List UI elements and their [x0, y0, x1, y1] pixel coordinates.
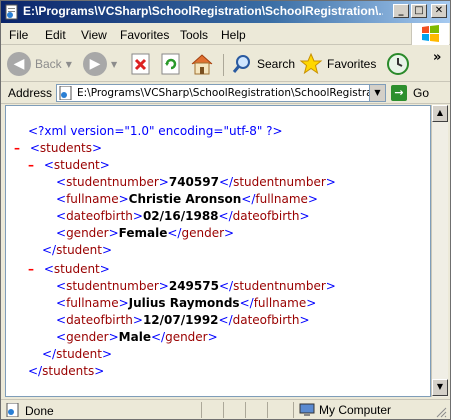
xml-student-open: – <student> [28, 262, 110, 276]
xml-declaration: <?xml version="1.0" encoding="utf-8" ?> [28, 124, 283, 138]
home-button[interactable] [189, 50, 215, 78]
xml-tag: student [53, 158, 100, 172]
menu-edit[interactable]: Edit [45, 28, 66, 42]
xml-field-row: <dateofbirth>12/07/1992</dateofbirth> [56, 313, 310, 327]
address-value: E:\Programs\VCSharp\SchoolRegistration\S… [77, 87, 369, 99]
xml-field-row: <studentnumber>249575</studentnumber> [56, 279, 336, 293]
history-icon [387, 53, 409, 75]
status-bar: Done My Computer [1, 399, 450, 419]
address-label: Address [8, 86, 53, 100]
security-zone: My Computer [299, 403, 391, 417]
back-label: Back [35, 57, 62, 71]
search-button[interactable]: Search [231, 50, 295, 78]
stop-icon [131, 53, 150, 75]
status-text: Done [25, 404, 54, 418]
address-dropdown-icon[interactable]: ▼ [369, 85, 385, 101]
favorites-label: Favorites [327, 57, 377, 71]
toolbar-separator [223, 54, 224, 76]
xml-student-close: </student> [42, 243, 113, 257]
menu-favorites[interactable]: Favorites [120, 28, 169, 42]
stop-button[interactable] [129, 50, 153, 78]
xml-root-close: </students> [28, 364, 105, 378]
status-separator [293, 402, 294, 418]
history-button[interactable] [385, 50, 411, 78]
xml-student-close: </student> [42, 347, 113, 361]
collapse-toggle[interactable]: – [14, 141, 20, 155]
status-separator [223, 402, 224, 418]
menu-help[interactable]: Help [221, 28, 246, 42]
title-bar[interactable]: E:\Programs\VCSharp\SchoolRegistration\S… [1, 1, 450, 23]
go-button[interactable]: → Go [391, 84, 429, 102]
refresh-icon [161, 53, 180, 75]
go-label: Go [413, 86, 430, 100]
menu-file[interactable]: File [9, 28, 28, 42]
xml-field-row: <fullname>Julius Raymonds</fullname> [56, 296, 317, 310]
xml-tag: students [39, 141, 93, 155]
dateofbirth-value: 02/16/1988 [142, 209, 219, 223]
search-icon [232, 55, 250, 73]
fullname-value: Christie Aronson [128, 192, 242, 206]
minimize-button[interactable]: _ [393, 4, 409, 18]
xml-field-row: <gender>Female</gender> [56, 226, 235, 240]
my-computer-icon [299, 403, 315, 416]
toolbar: ◀ Back ▼ ▶ ▼ Search Favorites » [1, 46, 450, 82]
xml-field-row: <gender>Male</gender> [56, 330, 218, 344]
gender-value: Female [118, 226, 168, 240]
refresh-button[interactable] [159, 50, 183, 78]
forward-arrow-icon: ▶ [83, 52, 107, 76]
menu-bar: File Edit View Favorites Tools Help [1, 23, 450, 45]
xml-field-row: <fullname>Christie Aronson</fullname> [56, 192, 318, 206]
back-arrow-icon: ◀ [7, 52, 31, 76]
forward-dropdown-icon[interactable]: ▼ [111, 60, 117, 69]
go-arrow-icon: → [391, 85, 407, 101]
dateofbirth-value: 12/07/1992 [142, 313, 219, 327]
toolbar-overflow-icon[interactable]: » [433, 50, 441, 65]
xml-tag: student [53, 262, 100, 276]
back-button[interactable]: ◀ Back ▼ [7, 50, 72, 78]
search-label: Search [257, 57, 296, 71]
home-icon [191, 54, 213, 75]
xml-root-open: – <students> [14, 141, 103, 155]
ie-document-icon [5, 4, 18, 20]
scroll-up-icon[interactable]: ▲ [432, 105, 448, 122]
zone-label: My Computer [319, 403, 392, 417]
studentnumber-value: 740597 [168, 175, 219, 189]
favorites-star-icon [299, 52, 323, 75]
browser-window: E:\Programs\VCSharp\SchoolRegistration\S… [0, 0, 451, 420]
vertical-scrollbar[interactable]: ▲ ▼ [431, 105, 448, 397]
windows-flag-icon [422, 25, 439, 42]
menu-tools[interactable]: Tools [180, 28, 208, 42]
address-input[interactable]: E:\Programs\VCSharp\SchoolRegistration\S… [56, 84, 386, 102]
favorites-button[interactable]: Favorites [299, 50, 376, 78]
maximize-button[interactable]: □ [411, 4, 427, 18]
collapse-toggle[interactable]: – [28, 158, 34, 172]
status-separator [267, 402, 268, 418]
xml-field-row: <studentnumber>740597</studentnumber> [56, 175, 336, 189]
windows-logo [411, 23, 449, 45]
back-dropdown-icon[interactable]: ▼ [66, 60, 72, 69]
close-button[interactable]: ✕ [431, 4, 447, 18]
forward-button[interactable]: ▶ ▼ [83, 50, 117, 78]
collapse-toggle[interactable]: – [28, 262, 34, 276]
fullname-value: Julius Raymonds [128, 296, 240, 310]
status-separator [245, 402, 246, 418]
address-bar: Address E:\Programs\VCSharp\SchoolRegist… [1, 82, 450, 104]
xml-student-open: – <student> [28, 158, 110, 172]
scroll-down-icon[interactable]: ▼ [432, 379, 448, 396]
xml-content-area: <?xml version="1.0" encoding="utf-8" ?> … [5, 105, 431, 397]
resize-grip-icon[interactable] [435, 406, 447, 418]
window-title: E:\Programs\VCSharp\SchoolRegistration\S… [23, 4, 383, 18]
xml-field-row: <dateofbirth>02/16/1988</dateofbirth> [56, 209, 310, 223]
page-favicon-icon [59, 86, 72, 100]
page-done-icon [6, 403, 19, 417]
menu-view[interactable]: View [81, 28, 107, 42]
status-separator [201, 402, 202, 418]
gender-value: Male [118, 330, 151, 344]
studentnumber-value: 249575 [168, 279, 219, 293]
